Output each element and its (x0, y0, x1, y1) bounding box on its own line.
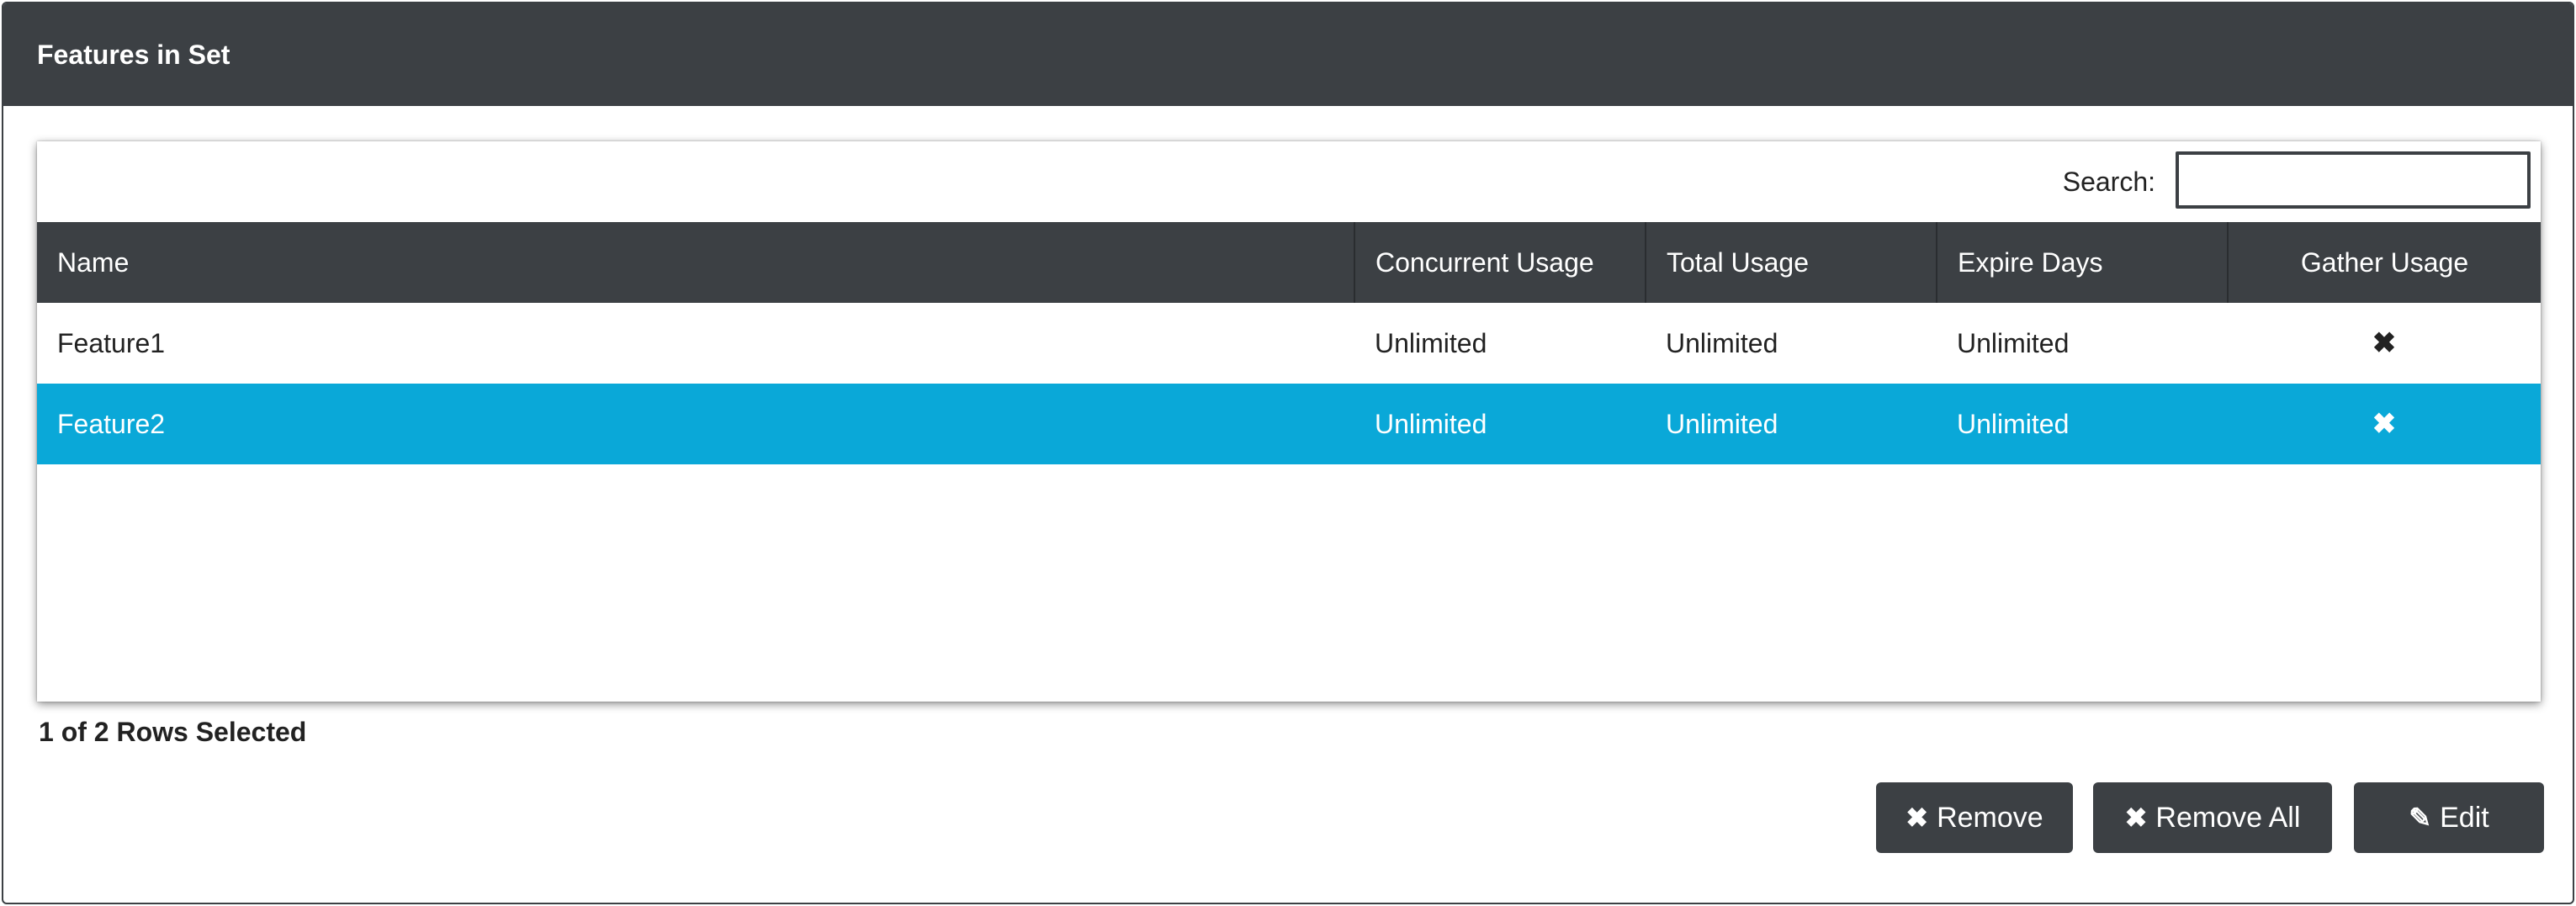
panel-title: Features in Set (37, 39, 231, 70)
column-header-total-usage[interactable]: Total Usage (1646, 222, 1937, 303)
cell-expire-days: Unlimited (1957, 408, 2070, 439)
search-row: Search: (37, 141, 2541, 222)
pencil-icon: ✎ (2409, 803, 2432, 833)
selection-status: 1 of 2 Rows Selected (39, 717, 307, 747)
panel-header: Features in Set (3, 3, 2573, 106)
features-table: Name Concurrent Usage Total Usage Expire… (37, 222, 2541, 464)
cell-total-usage: Unlimited (1666, 327, 1778, 358)
remove-all-button[interactable]: ✖ Remove All (2093, 782, 2332, 853)
remove-all-button-label: Remove All (2155, 801, 2301, 834)
edit-button[interactable]: ✎ Edit (2354, 782, 2544, 853)
cell-name: Feature1 (57, 327, 166, 358)
cell-gather-usage: ✖ (2228, 303, 2541, 384)
remove-button-label: Remove (1937, 801, 2043, 834)
features-table-card: Search: Name Concurrent Usage Total Usag… (37, 141, 2541, 702)
x-icon: ✖ (2372, 407, 2397, 440)
column-header-concurrent-usage[interactable]: Concurrent Usage (1354, 222, 1646, 303)
cell-concurrent-usage: Unlimited (1375, 327, 1487, 358)
x-icon: ✖ (2124, 803, 2148, 833)
cell-concurrent-usage: Unlimited (1375, 408, 1487, 439)
cell-name: Feature2 (57, 408, 166, 439)
features-panel: Features in Set Search: Name Concurrent … (2, 2, 2574, 904)
table-header-row: Name Concurrent Usage Total Usage Expire… (37, 222, 2541, 303)
cell-total-usage: Unlimited (1666, 408, 1778, 439)
edit-button-label: Edit (2440, 801, 2489, 834)
cell-expire-days: Unlimited (1957, 327, 2070, 358)
search-input[interactable] (2176, 151, 2531, 209)
remove-button[interactable]: ✖ Remove (1876, 782, 2073, 853)
column-header-expire-days[interactable]: Expire Days (1937, 222, 2229, 303)
table-row[interactable]: Feature1 Unlimited Unlimited Unlimited ✖ (37, 303, 2541, 384)
search-label: Search: (2062, 167, 2155, 197)
column-header-name[interactable]: Name (37, 222, 1355, 303)
x-icon: ✖ (1905, 803, 1929, 833)
table-row[interactable]: Feature2 Unlimited Unlimited Unlimited ✖ (37, 384, 2541, 464)
column-header-gather-usage[interactable]: Gather Usage (2228, 222, 2541, 303)
cell-gather-usage: ✖ (2228, 384, 2541, 464)
x-icon: ✖ (2372, 326, 2397, 359)
